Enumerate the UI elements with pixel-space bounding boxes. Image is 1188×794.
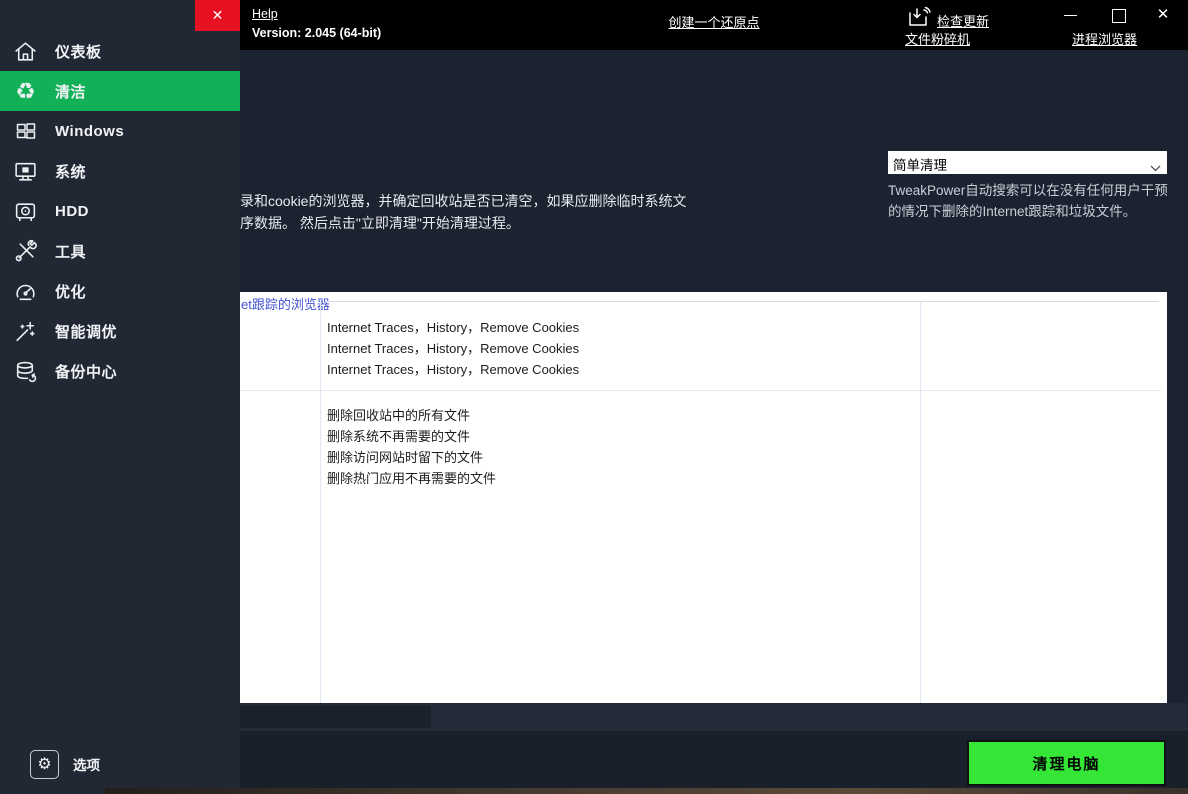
column-divider — [320, 301, 321, 703]
file-shredder-link[interactable]: 文件粉碎机 — [905, 29, 970, 48]
scan-row[interactable]: 删除回收站中的所有文件 — [327, 405, 496, 426]
sidebar-item-label: 系统 — [55, 161, 86, 182]
sidebar-item-label: 备份中心 — [55, 361, 117, 382]
scan-results-panel: et跟踪的浏览器 Internet Traces，History，Remove … — [240, 292, 1167, 703]
app-window: Help Version: 2.045 (64-bit) 创建一个还原点 检查更… — [0, 0, 1188, 794]
magic-wand-icon — [12, 318, 39, 345]
sidebar-item-label: 优化 — [55, 281, 86, 302]
column-divider — [920, 301, 921, 703]
options-label: 选项 — [73, 754, 100, 774]
status-strip — [240, 703, 1188, 731]
sidebar-item-backup-center[interactable]: 备份中心 — [0, 351, 240, 391]
backup-icon — [12, 358, 39, 385]
sidebar-item-hdd[interactable]: HDD — [0, 191, 240, 231]
version-text: Version: 2.045 (64-bit) — [252, 26, 381, 40]
scan-row[interactable]: Internet Traces，History，Remove Cookies — [327, 359, 579, 380]
sidebar-item-options[interactable]: ⚙ 选项 — [0, 744, 240, 784]
scan-row[interactable]: Internet Traces，History，Remove Cookies — [327, 317, 579, 338]
sidebar-item-label: 仪表板 — [55, 41, 102, 62]
hdd-icon — [12, 198, 39, 225]
create-restore-point-link[interactable]: 创建一个还原点 — [668, 12, 759, 31]
sidebar-item-system[interactable]: 系统 — [0, 151, 240, 191]
monitor-icon — [12, 158, 39, 185]
maximize-icon[interactable] — [1108, 4, 1130, 26]
browser-traces-group-header: et跟踪的浏览器 — [241, 294, 330, 313]
scan-row[interactable]: Internet Traces，History，Remove Cookies — [327, 338, 579, 359]
process-browser-link[interactable]: 进程浏览器 — [1072, 29, 1137, 48]
check-update-link[interactable]: 检查更新 — [937, 11, 989, 30]
sidebar-item-tools[interactable]: 工具 — [0, 231, 240, 271]
group-separator-rule — [240, 390, 1161, 391]
sidebar-item-smart-tune[interactable]: 智能调优 — [0, 311, 240, 351]
desktop-background-sliver — [105, 788, 1188, 794]
scan-row[interactable]: 删除热门应用不再需要的文件 — [327, 468, 496, 489]
clean-mode-select[interactable]: 简单清理 — [888, 151, 1167, 174]
sidebar-close-button[interactable]: ✕ — [195, 0, 240, 31]
clean-mode-description: TweakPower自动搜索可以在没有任何用户干预的情况下删除的Internet… — [888, 180, 1178, 222]
clean-mode-value: 简单清理 — [893, 154, 947, 174]
bottom-bar: 清理电脑 — [240, 731, 1188, 788]
sidebar-item-windows[interactable]: Windows — [0, 111, 240, 151]
chevron-down-icon — [1150, 159, 1161, 177]
minimize-icon[interactable] — [1060, 4, 1082, 26]
main-content: 录和cookie的浏览器，并确定回收站是否已清空，如果应删除临时系统文 序数据。… — [240, 50, 1188, 788]
help-link[interactable]: Help — [252, 7, 278, 21]
browser-traces-rows: Internet Traces，History，Remove Cookies I… — [327, 317, 579, 380]
recycle-icon: ♻ — [12, 78, 39, 105]
close-x-icon: ✕ — [212, 7, 224, 24]
gear-icon: ⚙ — [30, 750, 59, 779]
sidebar: 仪表板 ♻ 清洁 Windows 系统 — [0, 0, 240, 794]
speedometer-icon — [12, 278, 39, 305]
sidebar-item-clean[interactable]: ♻ 清洁 — [0, 71, 240, 111]
close-icon[interactable]: ✕ — [1152, 4, 1174, 26]
tools-icon — [12, 238, 39, 265]
windows-icon — [12, 118, 39, 145]
sidebar-item-label: 智能调优 — [55, 321, 117, 342]
sidebar-item-label: HDD — [55, 203, 89, 220]
sidebar-item-label: 工具 — [55, 241, 86, 262]
sidebar-item-label: 清洁 — [55, 81, 86, 102]
scan-row[interactable]: 删除系统不再需要的文件 — [327, 426, 496, 447]
progress-area — [240, 706, 431, 728]
scan-row[interactable]: 删除访问网站时留下的文件 — [327, 447, 496, 468]
system-cleanup-rows: 删除回收站中的所有文件 删除系统不再需要的文件 删除访问网站时留下的文件 删除热… — [327, 405, 496, 489]
home-icon — [12, 38, 39, 65]
sidebar-item-optimize[interactable]: 优化 — [0, 271, 240, 311]
clean-computer-button[interactable]: 清理电脑 — [967, 740, 1166, 786]
sidebar-item-dashboard[interactable]: 仪表板 — [0, 31, 240, 71]
group-header-rule — [325, 301, 1159, 302]
titlebar: Help Version: 2.045 (64-bit) 创建一个还原点 检查更… — [240, 0, 1188, 50]
sidebar-nav: 仪表板 ♻ 清洁 Windows 系统 — [0, 31, 240, 391]
clean-intro-text: 录和cookie的浏览器，并确定回收站是否已清空，如果应删除临时系统文 序数据。… — [240, 190, 720, 234]
sidebar-item-label: Windows — [55, 123, 124, 140]
